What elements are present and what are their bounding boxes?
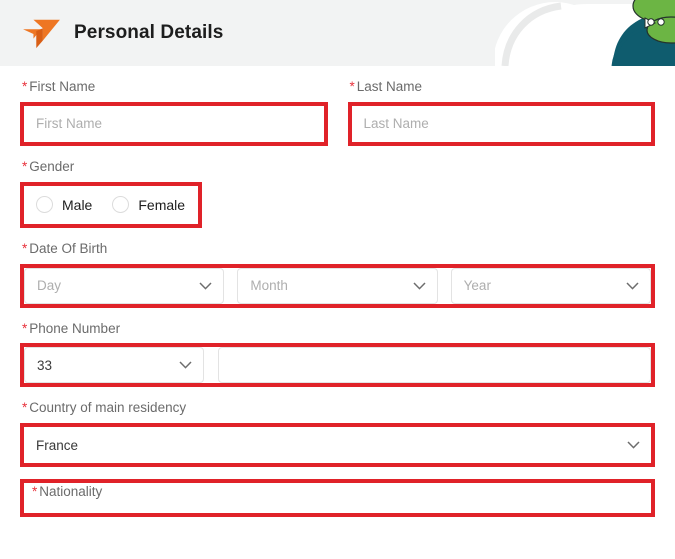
last-name-label-text: Last Name <box>356 79 423 94</box>
first-name-label-text: First Name <box>29 79 96 94</box>
day-select[interactable]: Day <box>24 267 225 304</box>
nationality-label: * Nationality <box>32 483 102 500</box>
phone-number-label-text: Phone Number <box>29 320 121 336</box>
date-of-birth-label-text: Date Of Birth <box>29 240 108 256</box>
radio-male-icon[interactable] <box>36 196 53 214</box>
required-marker: * <box>22 79 28 94</box>
date-of-birth-label: * Date Of Birth <box>20 240 655 264</box>
gender-highlight: Male Female <box>20 181 202 228</box>
personal-details-form: * First Name First Name * Last Name Last N… <box>0 66 675 518</box>
phone-country-code-select[interactable]: 33 <box>24 347 204 384</box>
gender-option-female-label: Female <box>138 196 186 213</box>
year-select[interactable]: Year <box>450 267 651 304</box>
arrow-logo-icon <box>23 19 60 49</box>
required-marker: * <box>349 79 355 94</box>
day-placeholder: Day <box>37 278 62 294</box>
nationality-label-area: * Nationality <box>24 483 651 514</box>
phone-number-label: * Phone Number <box>20 320 655 344</box>
gender-label: * Gender <box>20 158 202 182</box>
gender-field: * Gender Male Female <box>20 158 202 228</box>
first-name-label: * First Name <box>20 79 328 102</box>
nationality-label-text: Nationality <box>39 484 103 500</box>
country-residency-highlight: France <box>20 423 655 468</box>
phone-number-input[interactable] <box>218 347 651 384</box>
phone-country-code-value: 33 <box>37 357 53 373</box>
year-placeholder: Year <box>463 278 491 294</box>
phone-number-highlight: 33 <box>20 343 655 388</box>
month-placeholder: Month <box>250 278 288 294</box>
page-header: Personal Details <box>0 0 675 66</box>
month-select[interactable]: Month <box>237 267 438 304</box>
date-of-birth-field: * Date Of Birth Day Month Year <box>20 240 655 308</box>
chevron-down-icon <box>626 282 639 290</box>
required-marker: * <box>22 320 28 336</box>
last-name-label: * Last Name <box>348 79 656 102</box>
last-name-input[interactable]: Last Name <box>351 105 651 142</box>
chevron-down-icon <box>627 441 640 449</box>
gender-option-female[interactable]: Female <box>112 196 195 214</box>
date-of-birth-highlight: Day Month Year <box>20 263 655 308</box>
country-residency-label: * Country of main residency <box>20 400 655 423</box>
first-name-field: * First Name First Name <box>20 79 328 146</box>
phone-number-inputs: 33 <box>24 347 651 384</box>
last-name-placeholder: Last Name <box>363 116 429 132</box>
page-title: Personal Details <box>74 22 224 43</box>
last-name-field: * Last Name Last Name <box>347 79 656 146</box>
required-marker: * <box>22 240 28 256</box>
phone-number-field: * Phone Number 33 <box>20 320 655 388</box>
gender-label-text: Gender <box>29 158 75 174</box>
last-name-highlight: Last Name <box>347 101 655 146</box>
country-residency-field: * Country of main residency France <box>20 400 655 468</box>
required-marker: * <box>22 158 28 174</box>
first-name-input[interactable]: First Name <box>24 105 324 142</box>
chevron-down-icon <box>179 361 192 370</box>
name-row: * First Name First Name * Last Name Last N… <box>20 79 656 146</box>
required-marker: * <box>32 484 38 500</box>
country-residency-value: France <box>36 437 79 453</box>
chevron-down-icon <box>199 282 212 290</box>
chevron-down-icon <box>413 282 426 290</box>
country-residency-select[interactable]: France <box>24 427 651 464</box>
required-marker: * <box>22 400 28 416</box>
decorative-illustration <box>495 0 675 66</box>
personal-details-page: Personal Details * First Name First Name … <box>0 0 675 559</box>
gender-option-male[interactable]: Male <box>36 196 102 214</box>
nationality-highlight: * Nationality <box>20 479 655 518</box>
nationality-field: * Nationality <box>20 479 655 518</box>
header-brand: Personal Details <box>0 0 223 66</box>
country-residency-label-text: Country of main residency <box>29 400 187 416</box>
first-name-placeholder: First Name <box>36 116 103 132</box>
date-of-birth-selects: Day Month Year <box>24 267 651 304</box>
radio-female-icon[interactable] <box>112 196 130 214</box>
gender-options: Male Female <box>24 185 198 224</box>
gender-option-male-label: Male <box>62 196 93 213</box>
first-name-highlight: First Name <box>20 101 328 146</box>
